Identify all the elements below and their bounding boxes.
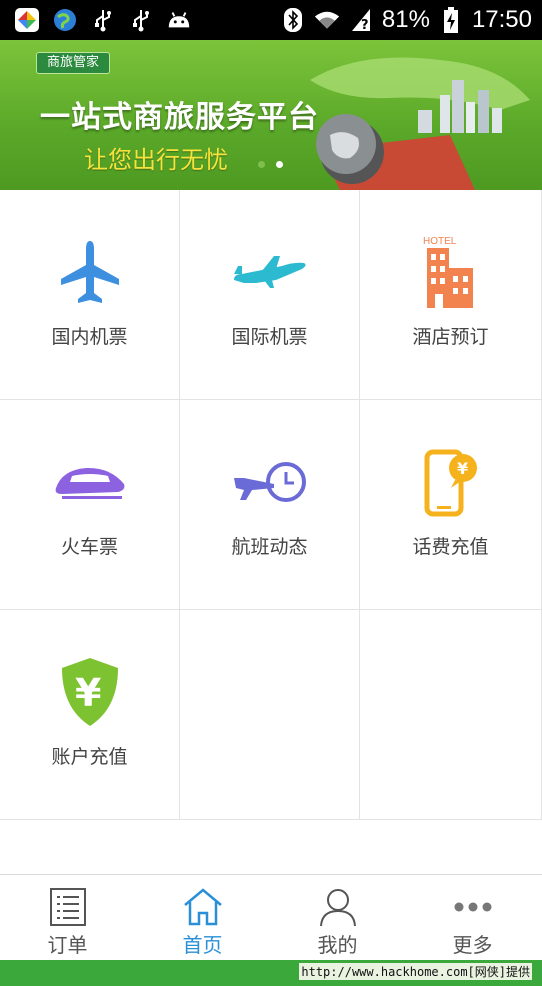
promo-banner[interactable]: 商旅管家 一站式商旅服务平台 让您出行无忧: [0, 40, 542, 190]
grid-item-account-recharge[interactable]: ¥ 账户充值: [0, 610, 180, 820]
tab-label: 更多: [452, 933, 493, 957]
grid-item-empty: [180, 610, 360, 820]
grid-item-flight-status[interactable]: 航班动态: [180, 400, 360, 610]
wifi-icon: [314, 7, 340, 33]
grid-item-label: 酒店预订: [412, 326, 489, 348]
battery-icon: [438, 7, 464, 33]
grid-item-label: 国际机票: [231, 326, 308, 348]
more-icon: [451, 885, 495, 929]
clock: 17:50: [471, 6, 532, 33]
tab-label: 订单: [47, 933, 88, 957]
city-globe-illustration: [310, 57, 530, 190]
order-list-icon: [46, 885, 90, 929]
grid-item-label: 航班动态: [231, 536, 308, 558]
user-icon: [316, 885, 360, 929]
watermark-text: http://www.hackhome.com[网侠]提供: [299, 963, 532, 980]
android-icon: [166, 7, 192, 33]
yuan-shield-icon-text: ¥: [75, 671, 101, 715]
battery-percent: 81%: [381, 6, 430, 33]
tab-label: 我的: [317, 933, 358, 957]
grid-item-train[interactable]: 火车票: [0, 400, 180, 610]
grid-item-label: 账户充值: [51, 746, 128, 768]
grid-item-label: 火车票: [60, 536, 118, 558]
carousel-dot-1[interactable]: [258, 161, 265, 168]
tab-more[interactable]: 更多: [405, 875, 540, 961]
tab-home[interactable]: 首页: [135, 875, 270, 961]
hotel-icon: HOTEL: [411, 232, 491, 312]
phone-recharge-icon-text: ¥: [457, 459, 468, 478]
airplane-icon: [50, 232, 130, 312]
flight-status-icon: [230, 442, 310, 522]
browser-icon: [52, 7, 78, 33]
train-icon: [50, 442, 130, 522]
tab-mine[interactable]: 我的: [270, 875, 405, 961]
bluetooth-icon: [280, 7, 306, 33]
phone-recharge-icon: ¥: [411, 442, 491, 522]
bottom-tab-bar: 订单 首页 我的 更多: [0, 874, 542, 961]
hotel-icon-text: HOTEL: [423, 236, 457, 247]
jet-icon: [230, 232, 310, 312]
home-icon: [181, 885, 225, 929]
tab-label: 首页: [182, 933, 223, 957]
svg-text:?: ?: [361, 18, 369, 33]
bottom-strip: http://www.hackhome.com[网侠]提供: [0, 960, 542, 986]
app-icon: [14, 7, 40, 33]
banner-subtitle: 让您出行无忧: [84, 146, 228, 174]
signal-icon: ?: [348, 7, 374, 33]
status-bar: ? 81% 17:50: [0, 0, 542, 40]
yuan-shield-icon: ¥: [50, 652, 130, 732]
grid-item-label: 国内机票: [51, 326, 128, 348]
grid-item-empty: [360, 610, 542, 820]
brand-logo: 商旅管家: [36, 52, 110, 74]
grid-item-international-flight[interactable]: 国际机票: [180, 190, 360, 400]
grid-item-hotel[interactable]: HOTEL 酒店预订: [360, 190, 542, 400]
usb-icon: [128, 7, 154, 33]
grid-item-label: 话费充值: [412, 536, 489, 558]
banner-title: 一站式商旅服务平台: [40, 100, 319, 135]
usb-icon: [90, 7, 116, 33]
carousel-dot-2[interactable]: [276, 161, 283, 168]
tab-orders[interactable]: 订单: [0, 875, 135, 961]
grid-item-domestic-flight[interactable]: 国内机票: [0, 190, 180, 400]
grid-item-phone-recharge[interactable]: ¥ 话费充值: [360, 400, 542, 610]
